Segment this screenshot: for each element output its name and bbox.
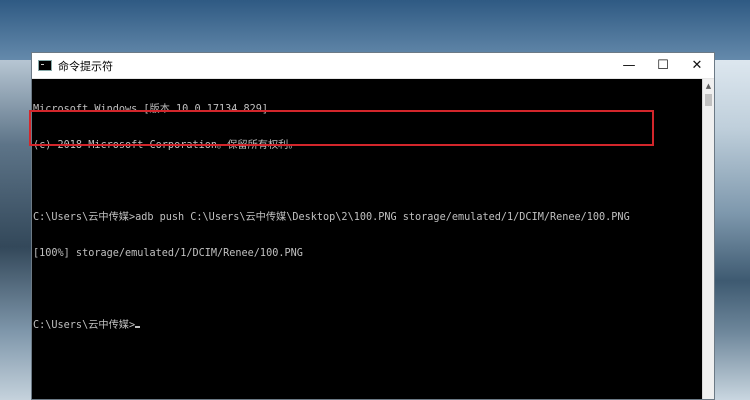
console-output[interactable]: Microsoft Windows [版本 10.0.17134.829] (c… (29, 79, 702, 399)
scroll-up-arrow-icon[interactable]: ▲ (703, 79, 714, 93)
highlight-box (29, 110, 654, 146)
text-cursor (135, 326, 141, 328)
prompt-line[interactable]: C:\Users\云中传媒> (33, 320, 701, 332)
cmd-icon (38, 60, 52, 71)
minimize-button[interactable]: — (612, 53, 646, 78)
close-button[interactable]: ✕ (680, 53, 714, 78)
prompt-text: C:\Users\云中传媒> (33, 320, 136, 331)
maximize-button[interactable]: ☐ (646, 53, 680, 78)
vertical-scrollbar[interactable]: ▲ (702, 79, 714, 399)
scroll-thumb[interactable] (705, 94, 712, 106)
title-bar[interactable]: 命令提示符 — ☐ ✕ (32, 53, 714, 79)
window-title: 命令提示符 (58, 59, 113, 73)
command-prompt-window[interactable]: 命令提示符 — ☐ ✕ Microsoft Windows [版本 10.0.1… (29, 52, 715, 400)
console-line: C:\Users\云中传媒>adb push C:\Users\云中传媒\Des… (33, 212, 630, 223)
console-line: [100%] storage/emulated/1/DCIM/Renee/100… (33, 248, 303, 259)
